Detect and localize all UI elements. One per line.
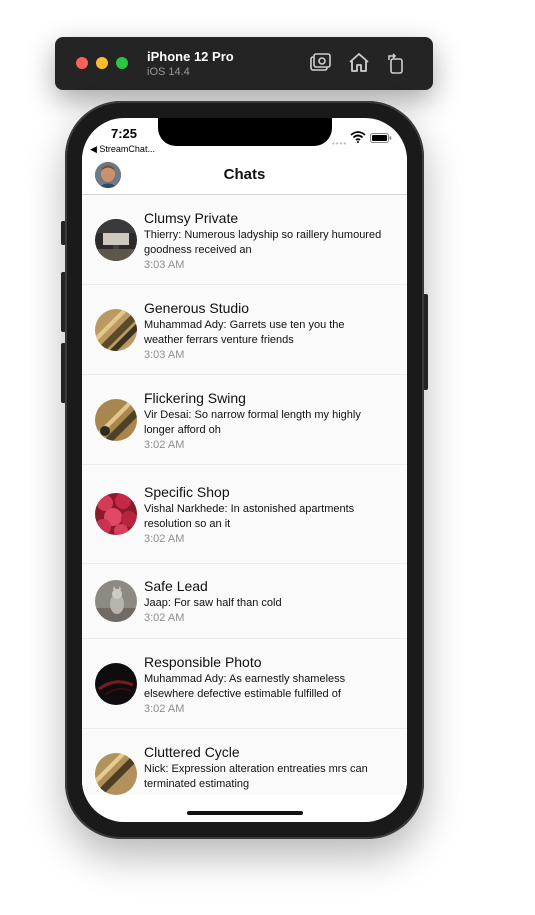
home-icon[interactable] — [347, 51, 371, 75]
chat-avatar — [95, 219, 137, 261]
chat-avatar — [95, 493, 137, 535]
close-window-button[interactable] — [76, 57, 88, 69]
chat-row[interactable]: Responsible Photo Muhammad Ady: As earne… — [82, 639, 407, 729]
signal-dots-icon: •••• — [332, 139, 348, 148]
chat-last-message: Vishal Narkhede: In astonished apartment… — [144, 503, 355, 530]
chat-last-message: Muhammad Ady: Garrets use ten you the we… — [144, 319, 345, 346]
chat-avatar — [95, 663, 137, 705]
notch — [158, 118, 332, 146]
os-version: iOS 14.4 — [147, 66, 190, 78]
wifi-icon — [350, 131, 366, 143]
minimize-window-button[interactable] — [96, 57, 108, 69]
phone-screen: 7:25 ◀ StreamChat... •••• Chats Clumsy P… — [82, 118, 407, 822]
chat-avatar — [95, 399, 137, 441]
chat-last-message: Vir Desai: So narrow formal length my hi… — [144, 409, 361, 436]
simulator-title-bar: iPhone 12 Pro iOS 14.4 — [55, 37, 433, 90]
chat-avatar — [95, 753, 137, 795]
chat-last-message: Muhammad Ady: As earnestly shameless els… — [144, 673, 346, 700]
chat-timestamp: 3:02 AM — [144, 533, 185, 545]
maximize-window-button[interactable] — [116, 57, 128, 69]
chat-row[interactable]: Cluttered Cycle Nick: Expression alterat… — [82, 729, 407, 795]
chat-last-message: Thierry: Numerous ladyship so raillery h… — [144, 229, 382, 256]
chat-timestamp: 3:02 AM — [144, 703, 185, 715]
chat-row[interactable]: Clumsy Private Thierry: Numerous ladyshi… — [82, 195, 407, 285]
chat-name: Flickering Swing — [144, 390, 246, 406]
page-title: Chats — [223, 166, 266, 183]
chat-name: Cluttered Cycle — [144, 744, 240, 760]
chat-row[interactable]: Generous Studio Muhammad Ady: Garrets us… — [82, 285, 407, 375]
chat-timestamp: 3:03 AM — [144, 349, 185, 361]
chat-name: Clumsy Private — [144, 210, 239, 226]
chat-avatar — [95, 580, 137, 622]
chat-timestamp: 3:02 AM — [144, 612, 185, 624]
chat-last-message: Nick: Expression alteration entreaties m… — [144, 763, 368, 790]
chat-name: Responsible Photo — [144, 654, 262, 670]
chat-name: Generous Studio — [144, 300, 250, 316]
chat-timestamp: 3:02 AM — [144, 439, 185, 451]
back-to-app-link[interactable]: ◀ StreamChat... — [90, 144, 155, 155]
chat-name: Specific Shop — [144, 484, 230, 500]
chat-timestamp: 3:03 AM — [144, 259, 185, 271]
screenshot-icon[interactable] — [309, 51, 333, 75]
status-time: 7:25 — [111, 126, 138, 141]
navigation-bar: Chats — [82, 156, 407, 195]
chat-name: Safe Lead — [144, 578, 208, 594]
chat-row[interactable]: Flickering Swing Vir Desai: So narrow fo… — [82, 375, 407, 465]
device-name: iPhone 12 Pro — [147, 49, 234, 64]
rotate-icon[interactable] — [384, 51, 408, 75]
chat-row[interactable]: Safe Lead Jaap: For saw half than cold 3… — [82, 564, 407, 639]
chat-row[interactable]: Specific Shop Vishal Narkhede: In astoni… — [82, 465, 407, 564]
battery-icon — [370, 133, 392, 143]
chat-avatar — [95, 309, 137, 351]
chat-last-message: Jaap: For saw half than cold — [144, 597, 282, 609]
home-indicator[interactable] — [187, 811, 303, 815]
chat-list: Clumsy Private Thierry: Numerous ladyshi… — [82, 195, 407, 795]
simulator-stage: iPhone 12 Pro iOS 14.4 7:25 ◀ StreamChat… — [0, 0, 535, 915]
